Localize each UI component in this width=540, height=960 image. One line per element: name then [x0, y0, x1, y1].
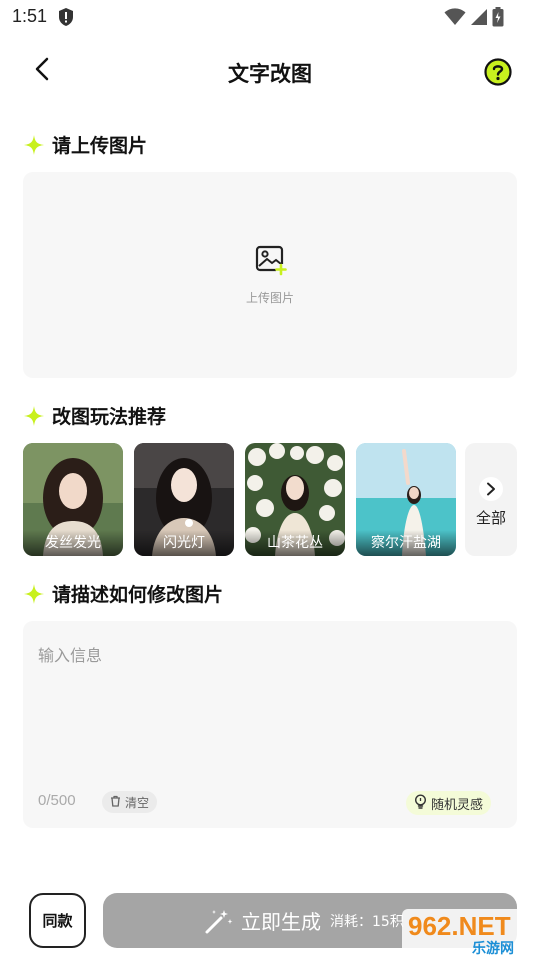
same-style-button[interactable]: 同款 [29, 893, 86, 948]
char-count: 0/500 [38, 792, 76, 809]
recommend-list: 发丝发光 闪光灯 山茶花丛 察尔汗盐湖 全部 [23, 443, 517, 556]
recommend-card-hair-glow[interactable]: 发丝发光 [23, 443, 123, 556]
upload-section-title: 请上传图片 [22, 131, 147, 158]
describe-section-label: 请描述如何修改图片 [52, 584, 224, 606]
upload-image-area[interactable]: 上传图片 [23, 172, 517, 378]
shield-icon [58, 7, 74, 31]
help-icon [484, 58, 512, 90]
upload-section-label: 请上传图片 [52, 135, 148, 157]
prompt-textarea[interactable]: 输入信息 0/500 清空 随机灵感 [23, 621, 517, 828]
signal-icon [470, 8, 488, 30]
help-button[interactable] [484, 58, 512, 86]
recommend-card-flash[interactable]: 闪光灯 [134, 443, 234, 556]
recommend-card-salt-lake[interactable]: 察尔汗盐湖 [356, 443, 456, 556]
chevron-right-icon [479, 477, 503, 501]
view-all-label: 全部 [475, 509, 506, 527]
view-all-button[interactable]: 全部 [465, 443, 517, 556]
recommend-card-label: 发丝发光 [23, 530, 123, 556]
describe-section-title: 请描述如何修改图片 [22, 580, 223, 607]
generate-label: 立即生成 [241, 910, 321, 934]
watermark-logo: 962.NET 乐游网 [402, 909, 538, 957]
status-bar: 1:51 [0, 0, 540, 34]
clear-label: 清空 [125, 795, 150, 810]
battery-icon [492, 7, 504, 31]
generate-cost: 消耗：15积 [330, 914, 404, 930]
status-icons [444, 7, 504, 31]
random-inspiration-label: 随机灵感 [430, 797, 483, 813]
trash-icon [110, 795, 121, 810]
recommend-card-camellia[interactable]: 山茶花丛 [245, 443, 345, 556]
recommend-section-title: 改图玩法推荐 [22, 402, 166, 429]
random-inspiration-button[interactable]: 随机灵感 [405, 791, 491, 815]
recommend-card-label: 山茶花丛 [245, 530, 345, 556]
lightbulb-icon [414, 793, 427, 813]
status-time: 1:51 [12, 6, 48, 26]
clear-button[interactable]: 清空 [102, 791, 158, 813]
header: 文字改图 [0, 50, 540, 94]
upload-label: 上传图片 [245, 291, 294, 305]
page-title: 文字改图 [228, 62, 312, 86]
prompt-placeholder: 输入信息 [38, 646, 103, 665]
watermark-sub: 乐游网 [472, 940, 514, 957]
same-style-label: 同款 [42, 912, 73, 930]
recommend-section-label: 改图玩法推荐 [52, 406, 167, 428]
sparkle-icon [22, 582, 46, 606]
recommend-card-label: 闪光灯 [134, 530, 234, 556]
add-image-icon [255, 244, 287, 276]
magic-wand-icon [204, 907, 234, 935]
recommend-card-label: 察尔汗盐湖 [356, 530, 456, 556]
wifi-icon [444, 8, 466, 30]
watermark-brand: 962.NET [408, 911, 511, 941]
sparkle-icon [22, 404, 46, 428]
sparkle-icon [22, 133, 46, 157]
